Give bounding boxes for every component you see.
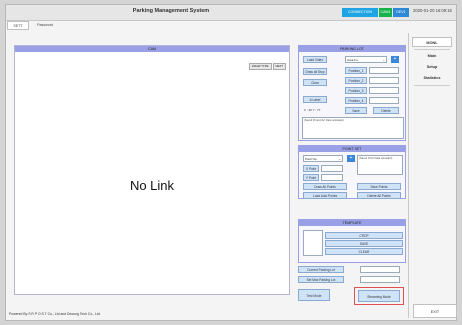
area-select[interactable]: Area Fn. ⌄ <box>345 56 387 63</box>
nav-item-statistics[interactable]: Statistics <box>412 73 452 83</box>
tab-password[interactable]: Password <box>33 21 57 30</box>
point-set-title: POINT SET <box>299 146 405 152</box>
position-3-field[interactable] <box>369 87 399 94</box>
template-clear-button[interactable]: CLEAR <box>325 248 403 255</box>
parking-lot-log[interactable]: (Saved Project/Arr Data uploaded) <box>302 117 404 139</box>
template-save-button[interactable]: SAVE <box>325 240 403 247</box>
load-auto-points-button[interactable]: Load Auto Points <box>303 192 347 199</box>
parking-lot-title: PARKING LOT <box>299 46 405 52</box>
plus-icon: + <box>349 155 353 161</box>
point-no-select[interactable]: Point No. ⌄ <box>303 155 343 162</box>
chevron-down-icon: ⌄ <box>338 157 341 161</box>
area-select-label: Area Fn. <box>347 58 359 62</box>
a-label-button[interactable]: A Label <box>303 96 327 103</box>
datetime-display: 2020-01-20 16:09:16 <box>413 8 452 13</box>
test-mode-button[interactable]: Test Mode <box>298 289 330 301</box>
app-window: Parking Management System CONNECTION CAM… <box>5 4 457 321</box>
position-3-button[interactable]: Position_3 <box>345 87 367 94</box>
point-set-section: POINT SET Point No. ⌄ + (Saved Point Data… <box>298 145 406 199</box>
save-points-button[interactable]: Save Points <box>357 183 401 190</box>
draw-all-stop-button[interactable]: Draw all Stop <box>303 68 327 75</box>
position-2-button[interactable]: Position_2 <box>345 77 367 84</box>
nav-divider <box>408 33 409 318</box>
template-title: TEMPLATE <box>299 220 405 226</box>
position-4-button[interactable]: Position_4 <box>345 97 367 104</box>
cam-status-badge: CAM1 <box>379 8 392 17</box>
y-point-field[interactable] <box>321 174 343 181</box>
window-title: Parking Management System <box>132 8 210 14</box>
current-parking-lot-field[interactable] <box>360 266 400 273</box>
cam-panel: CAM DRAW TYPE NEXT No Link <box>14 45 290 295</box>
nav-item-main[interactable]: Main <box>412 51 452 61</box>
crop-button[interactable]: CROP <box>325 232 403 239</box>
connection-status-badge: CONNECTION <box>342 8 378 17</box>
set-max-parking-lot-label: Set Max Parking Lot <box>298 276 344 283</box>
exit-button[interactable]: EXIT <box>413 304 457 318</box>
set-max-parking-lot-field[interactable] <box>360 276 400 283</box>
delete-button[interactable]: Delete <box>373 107 399 114</box>
point-set-log[interactable]: (Saved Point Data uploaded) <box>357 155 403 175</box>
template-preview <box>303 230 323 256</box>
no-link-message: No Link <box>129 178 175 193</box>
x-point-label: X Point <box>303 165 319 172</box>
title-bar: Parking Management System CONNECTION CAM… <box>6 5 456 21</box>
streaming-mode-button[interactable]: Streaming Mode <box>358 290 400 302</box>
point-no-label: Point No. <box>305 157 318 161</box>
clear-button[interactable]: Clear <box>303 79 327 86</box>
nav-item-monl[interactable]: MONL <box>412 37 452 47</box>
draw-type-button[interactable]: DRAW TYPE <box>249 63 272 70</box>
device-status-badge: DEV1 <box>393 8 409 17</box>
y-point-label: Y Point <box>303 174 319 181</box>
position-1-field[interactable] <box>369 67 399 74</box>
cam-panel-title: CAM <box>15 46 289 52</box>
nav-divider-line <box>414 85 450 86</box>
position-1-button[interactable]: Position_1 <box>345 67 367 74</box>
add-point-button[interactable]: + <box>347 155 355 162</box>
position-2-field[interactable] <box>369 77 399 84</box>
current-parking-lot-label: Current Parking Lot <box>298 266 344 273</box>
position-4-field[interactable] <box>369 97 399 104</box>
load-video-button[interactable]: Load Video <box>303 56 327 63</box>
next-button[interactable]: NEXT <box>272 63 286 70</box>
footer-credit: Powered By S R P O S T Co., Ltd and Deou… <box>9 312 100 316</box>
template-section: TEMPLATE CROP SAVE CLEAR <box>298 219 406 263</box>
nav-divider-line <box>414 49 450 50</box>
parking-lot-section: PARKING LOT Load Video Area Fn. ⌄ + Draw … <box>298 45 406 141</box>
plus-icon: + <box>393 56 397 62</box>
x-point-field[interactable] <box>321 165 343 172</box>
tab-sett[interactable]: SETT <box>7 21 29 30</box>
chevron-down-icon: ⌄ <box>382 58 385 62</box>
nav-item-setup[interactable]: Setup <box>412 62 452 72</box>
draw-all-points-button[interactable]: Draw All Points <box>303 183 347 190</box>
delete-all-points-button[interactable]: Delete All Points <box>357 192 401 199</box>
add-area-button[interactable]: + <box>391 56 399 63</box>
cam-toolbar: DRAW TYPE NEXT <box>248 54 286 70</box>
coordinate-readout: X : 30 Y : 77 <box>304 108 321 112</box>
save-button[interactable]: Save <box>345 107 367 114</box>
